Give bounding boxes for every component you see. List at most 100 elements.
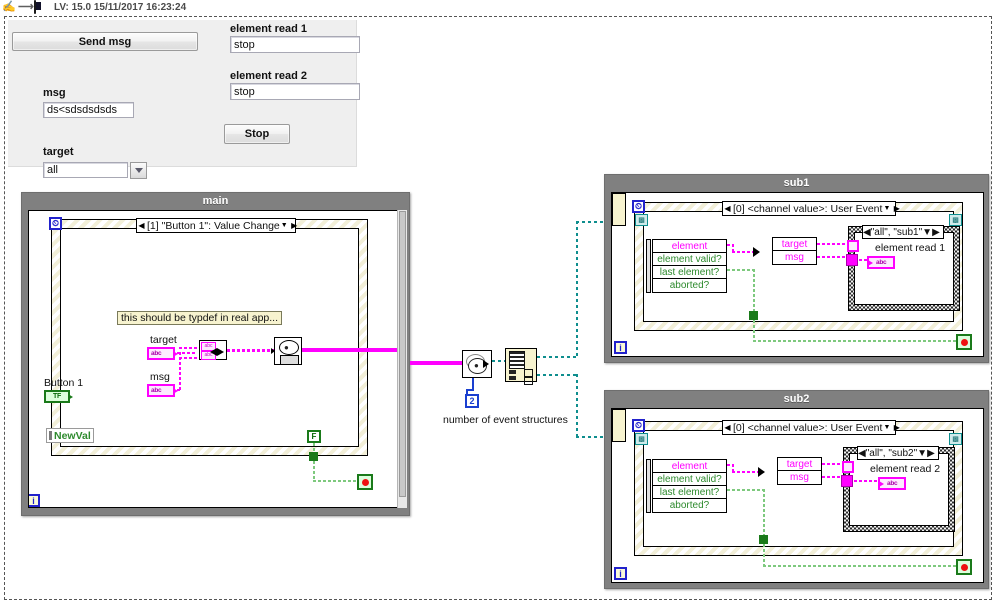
main-target-label: target bbox=[150, 334, 177, 346]
main-vertical-scrollbar[interactable] bbox=[397, 210, 407, 508]
case-dropdown-icon[interactable]: ▼ bbox=[883, 205, 892, 212]
main-event-case-selector[interactable]: ◀ [1] "Button 1": Value Change ▼ ▶ bbox=[136, 218, 299, 233]
string-glyph: abc bbox=[887, 480, 898, 487]
sub1-info-badge[interactable]: i bbox=[614, 341, 627, 354]
sub1-event-case-label: [0] <channel value>: User Event bbox=[733, 202, 883, 215]
sub1-bundle-list[interactable]: target msg bbox=[772, 237, 817, 265]
target-dropdown-button[interactable] bbox=[130, 162, 147, 179]
sub1-cluster-item-last-element: last element? bbox=[653, 266, 726, 279]
newval-node: NewVal bbox=[46, 428, 94, 443]
sub1-loop-tunnel bbox=[749, 311, 758, 320]
main-block-diagram-window: main ⏲ ◀ [1] "Button 1": Value Change ▼ … bbox=[21, 192, 410, 516]
sub2-unbundle-list[interactable]: element element valid? last element? abo… bbox=[652, 459, 727, 513]
sub2-wire-last-element-v bbox=[763, 489, 765, 537]
main-msg-terminal[interactable]: abc bbox=[147, 384, 178, 397]
sub1-event-case-selector[interactable]: ◀ [0] <channel value>: User Event ▼ ▶ bbox=[722, 201, 900, 216]
msg-input[interactable]: ds<sdsdsdsds bbox=[43, 102, 134, 118]
prev-case-arrow-icon[interactable]: ◀ bbox=[858, 448, 866, 459]
prev-case-arrow-icon[interactable]: ◀ bbox=[137, 219, 146, 232]
event-structure-icon: ⏲ bbox=[632, 419, 645, 432]
sub1-indicator-label: element read 1 bbox=[875, 242, 946, 254]
button1-terminal[interactable]: TF bbox=[44, 390, 73, 403]
sub1-cluster-card bbox=[612, 193, 626, 226]
main-info-badge[interactable]: i bbox=[29, 494, 40, 507]
sub2-cluster-card bbox=[612, 409, 626, 442]
wire-to-sub1-v bbox=[576, 221, 578, 358]
sub1-case-label: "all", "sub1" bbox=[870, 226, 923, 238]
sub2-case-selector-tunnel bbox=[842, 461, 854, 473]
sub1-case-selector[interactable]: ◀ "all", "sub1" ▼ ▶ bbox=[862, 225, 944, 239]
main-target-terminal[interactable]: abc bbox=[147, 347, 178, 360]
main-comment: this should be typdef in real app... bbox=[117, 311, 283, 325]
msg-label: msg bbox=[43, 87, 66, 99]
sub2-bundle-item-target: target bbox=[778, 458, 821, 471]
next-case-arrow-icon[interactable]: ▶ bbox=[892, 202, 901, 215]
case-dropdown-icon[interactable]: ▼ bbox=[922, 227, 932, 238]
channel-writer-node[interactable] bbox=[505, 348, 537, 385]
sub2-wire-last-element-h bbox=[727, 489, 765, 491]
next-case-arrow-icon[interactable]: ▶ bbox=[932, 227, 940, 238]
sub1-cluster-item-element: element bbox=[653, 240, 726, 253]
scrollbar-thumb[interactable] bbox=[399, 211, 406, 497]
false-constant[interactable]: F bbox=[307, 430, 321, 443]
event-structure-icon: ⏲ bbox=[49, 217, 62, 230]
sub2-cluster-item-element-valid: element valid? bbox=[653, 473, 726, 486]
send-msg-button[interactable]: Send msg bbox=[12, 32, 198, 51]
num-event-structures-caption: number of event structures bbox=[443, 414, 568, 426]
front-panel: Send msg msg ds<sdsdsdsds target all ele… bbox=[8, 20, 360, 179]
terminal-arrow-icon bbox=[879, 481, 884, 487]
terminal-arrow-icon bbox=[68, 393, 73, 400]
sub2-window-title: sub2 bbox=[783, 393, 810, 405]
main-diagram-canvas: ⏲ ◀ [1] "Button 1": Value Change ▼ ▶ thi… bbox=[28, 210, 398, 508]
case-dropdown-icon[interactable]: ▼ bbox=[883, 424, 892, 431]
prev-case-arrow-icon[interactable]: ◀ bbox=[723, 421, 732, 434]
next-case-arrow-icon[interactable]: ▶ bbox=[927, 448, 935, 459]
button1-label: Button 1 bbox=[44, 377, 84, 389]
sub2-bundle-item-msg: msg bbox=[790, 472, 809, 483]
sub1-case-structure[interactable]: ◀ "all", "sub1" ▼ ▶ bbox=[846, 225, 960, 311]
bool-glyph: TF bbox=[53, 393, 61, 400]
sub2-channel-endpoint-left[interactable]: ▩ bbox=[635, 433, 648, 445]
num-event-structures-constant[interactable]: 2 bbox=[465, 394, 479, 408]
sub2-info-badge[interactable]: i bbox=[614, 567, 627, 580]
wire-bundle-to-write bbox=[227, 349, 274, 352]
case-dropdown-icon[interactable]: ▼ bbox=[917, 448, 927, 459]
bundle-node[interactable]: abc abc bbox=[199, 340, 227, 360]
main-stop-led[interactable] bbox=[357, 474, 373, 490]
title-bar-text: LV: 15.0 15/11/2017 16:23:24 bbox=[54, 1, 187, 13]
next-case-arrow-icon[interactable]: ▶ bbox=[290, 219, 299, 232]
main-channel-writer-node[interactable]: ● bbox=[271, 337, 302, 365]
sub1-stop-led[interactable] bbox=[956, 334, 972, 350]
sub2-element-read-indicator[interactable]: abc bbox=[878, 477, 906, 490]
create-user-event-node[interactable]: ● bbox=[462, 350, 492, 378]
main-event-structure[interactable]: ⏲ ◀ [1] "Button 1": Value Change ▼ ▶ bbox=[49, 217, 368, 456]
next-case-arrow-icon[interactable]: ▶ bbox=[892, 421, 901, 434]
element-read-1-indicator: stop bbox=[230, 36, 360, 53]
sub1-unbundle-list[interactable]: element element valid? last element? abo… bbox=[652, 239, 727, 293]
sub2-bundle-list[interactable]: target msg bbox=[777, 457, 822, 485]
sub2-cluster-item-element: element bbox=[653, 460, 726, 473]
sub2-stop-led[interactable] bbox=[956, 559, 972, 575]
target-combo-input[interactable]: all bbox=[43, 162, 128, 178]
sub2-wire-case-to-indicator bbox=[849, 480, 879, 482]
sub1-element-read-indicator[interactable]: abc bbox=[867, 256, 895, 269]
sub2-channel-endpoint-right[interactable]: ▩ bbox=[949, 433, 962, 445]
sub2-event-case-selector[interactable]: ◀ [0] <channel value>: User Event ▼ ▶ bbox=[722, 420, 900, 435]
sub1-channel-endpoint-right[interactable]: ▩ bbox=[949, 214, 962, 226]
wire-to-sub2-v bbox=[576, 374, 578, 437]
stop-button[interactable]: Stop bbox=[224, 124, 290, 144]
element-read-2-indicator: stop bbox=[230, 83, 360, 100]
sub2-wire-tunnel-down bbox=[763, 544, 765, 567]
sub2-diagram-canvas: ⏲ ◀ [0] <channel value>: User Event ▼ ▶ … bbox=[611, 408, 984, 583]
sub1-cluster-item-aborted: aborted? bbox=[669, 280, 710, 291]
sub2-case-selector[interactable]: ◀ "all", "sub2" ▼ ▶ bbox=[857, 446, 939, 460]
sub1-channel-endpoint-left[interactable]: ▩ bbox=[635, 214, 648, 226]
event-structure-icon: ⏲ bbox=[632, 200, 645, 213]
case-dropdown-icon[interactable]: ▼ bbox=[281, 222, 290, 229]
sub2-indicator-label: element read 2 bbox=[870, 463, 941, 475]
prev-case-arrow-icon[interactable]: ◀ bbox=[863, 227, 871, 238]
prev-case-arrow-icon[interactable]: ◀ bbox=[723, 202, 732, 215]
sub2-unbundle-arrow-icon bbox=[758, 467, 765, 477]
wire-msg-to-bundle bbox=[177, 389, 181, 391]
wire-main-out bbox=[302, 348, 397, 352]
